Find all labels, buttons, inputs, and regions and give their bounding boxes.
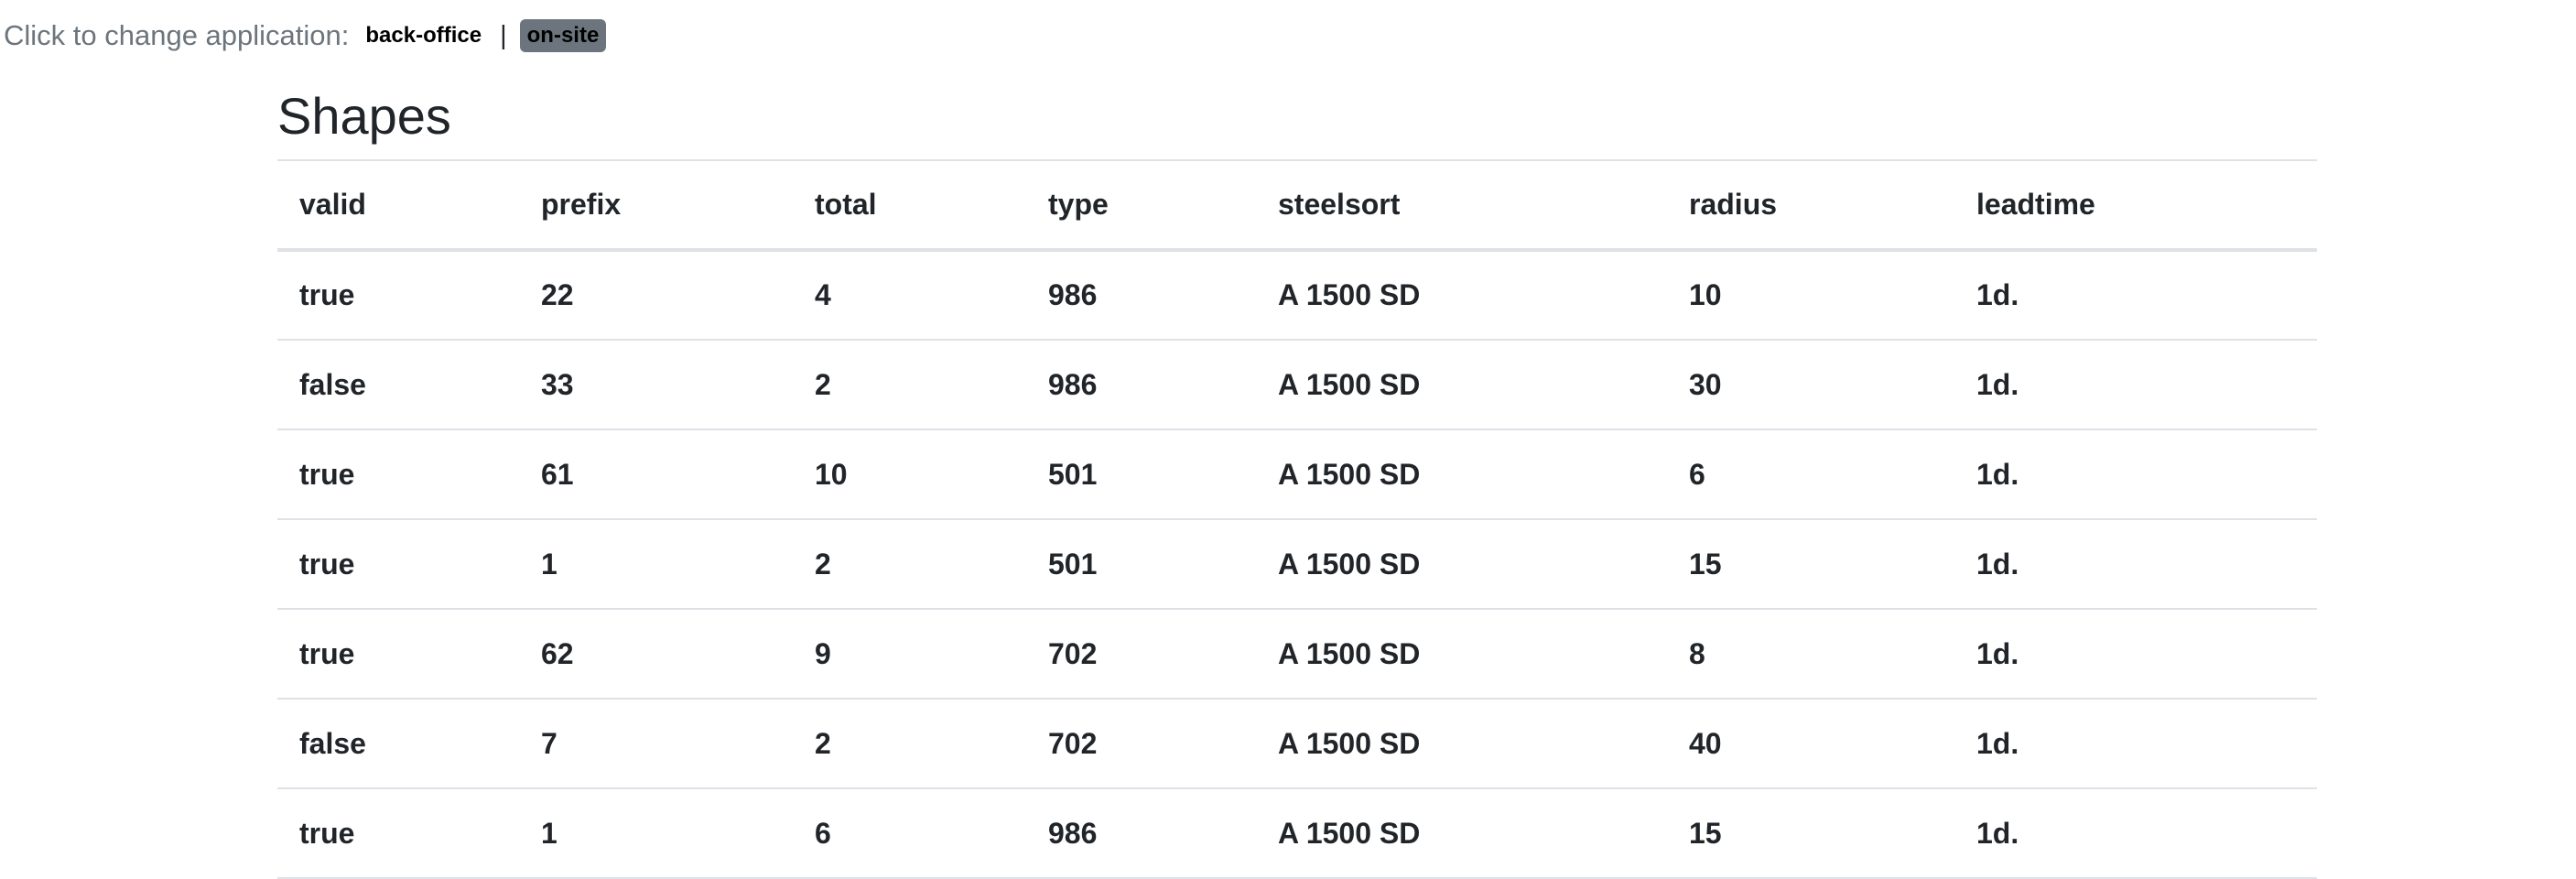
cell-prefix: 7 <box>541 726 557 760</box>
cell-radius: 30 <box>1689 367 1722 401</box>
cell-leadtime: 1d. <box>1976 547 2019 581</box>
cell-prefix: 1 <box>541 547 557 581</box>
cell-radius: 10 <box>1689 278 1722 311</box>
table-row: true 61 10 501 A 1500 SD 6 1d. <box>277 429 2317 519</box>
cell-total: 2 <box>815 367 831 401</box>
cell-total: 10 <box>815 457 848 491</box>
cell-leadtime: 1d. <box>1976 726 2019 760</box>
cell-leadtime: 1d. <box>1976 636 2019 670</box>
cell-valid: true <box>299 278 355 311</box>
column-header-valid: valid <box>299 188 366 221</box>
cell-type: 501 <box>1048 457 1098 491</box>
cell-leadtime: 1d. <box>1976 816 2019 850</box>
cell-prefix: 22 <box>541 278 574 311</box>
app-switcher-label: Click to change application: <box>4 19 350 51</box>
cell-radius: 8 <box>1689 636 1705 670</box>
table-row: true 22 4 986 A 1500 SD 10 1d. <box>277 250 2317 340</box>
cell-leadtime: 1d. <box>1976 367 2019 401</box>
table-row: true 1 2 501 A 1500 SD 15 1d. <box>277 519 2317 609</box>
cell-type: 986 <box>1048 367 1098 401</box>
cell-valid: false <box>299 367 366 401</box>
cell-total: 6 <box>815 816 831 850</box>
column-header-total: total <box>815 188 877 221</box>
cell-prefix: 33 <box>541 367 574 401</box>
table-row: false 33 2 986 A 1500 SD 30 1d. <box>277 340 2317 429</box>
table-row: true 62 9 702 A 1500 SD 8 1d. <box>277 609 2317 699</box>
cell-valid: false <box>299 726 366 760</box>
table-row: false 7 2 702 A 1500 SD 40 1d. <box>277 699 2317 788</box>
cell-radius: 15 <box>1689 547 1722 581</box>
cell-prefix: 62 <box>541 636 574 670</box>
cell-radius: 15 <box>1689 816 1722 850</box>
back-office-link[interactable]: back-office <box>365 23 482 49</box>
on-site-link[interactable]: on-site <box>519 19 607 52</box>
cell-prefix: 1 <box>541 816 557 850</box>
cell-valid: true <box>299 636 355 670</box>
column-header-steelsort: steelsort <box>1278 188 1401 221</box>
cell-valid: true <box>299 457 355 491</box>
cell-radius: 6 <box>1689 457 1705 491</box>
table-body: true 22 4 986 A 1500 SD 10 1d. false 33 2 986 A 150… <box>277 250 2317 878</box>
cell-prefix: 61 <box>541 457 574 491</box>
cell-type: 702 <box>1048 726 1098 760</box>
column-header-prefix: prefix <box>541 188 622 221</box>
cell-valid: true <box>299 547 355 581</box>
cell-steelsort: A 1500 SD <box>1278 636 1421 670</box>
cell-type: 986 <box>1048 278 1098 311</box>
cell-total: 2 <box>815 547 831 581</box>
cell-total: 9 <box>815 636 831 670</box>
cell-valid: true <box>299 816 355 850</box>
cell-steelsort: A 1500 SD <box>1278 457 1421 491</box>
column-header-radius: radius <box>1689 188 1778 221</box>
cell-total: 4 <box>815 278 831 311</box>
column-header-leadtime: leadtime <box>1976 188 2095 221</box>
cell-steelsort: A 1500 SD <box>1278 816 1421 850</box>
shapes-table: valid prefix total type steelsort radius… <box>277 159 2317 879</box>
column-header-type: type <box>1048 188 1109 221</box>
cell-radius: 40 <box>1689 726 1722 760</box>
cell-leadtime: 1d. <box>1976 457 2019 491</box>
cell-steelsort: A 1500 SD <box>1278 367 1421 401</box>
app-switcher: Click to change application: back-office… <box>4 13 607 59</box>
cell-steelsort: A 1500 SD <box>1278 547 1421 581</box>
cell-total: 2 <box>815 726 831 760</box>
cell-type: 501 <box>1048 547 1098 581</box>
cell-steelsort: A 1500 SD <box>1278 726 1421 760</box>
table-row: true 1 6 986 A 1500 SD 15 1d. <box>277 788 2317 878</box>
cell-type: 986 <box>1048 816 1098 850</box>
cell-leadtime: 1d. <box>1976 278 2019 311</box>
link-separator: | <box>500 20 507 50</box>
page-title: Shapes <box>277 87 451 145</box>
main-content: Shapes valid prefix total type steelsort… <box>277 82 2317 879</box>
cell-steelsort: A 1500 SD <box>1278 278 1421 311</box>
table-header: valid prefix total type steelsort radius… <box>277 160 2317 250</box>
cell-type: 702 <box>1048 636 1098 670</box>
header-row: valid prefix total type steelsort radius… <box>277 160 2317 250</box>
